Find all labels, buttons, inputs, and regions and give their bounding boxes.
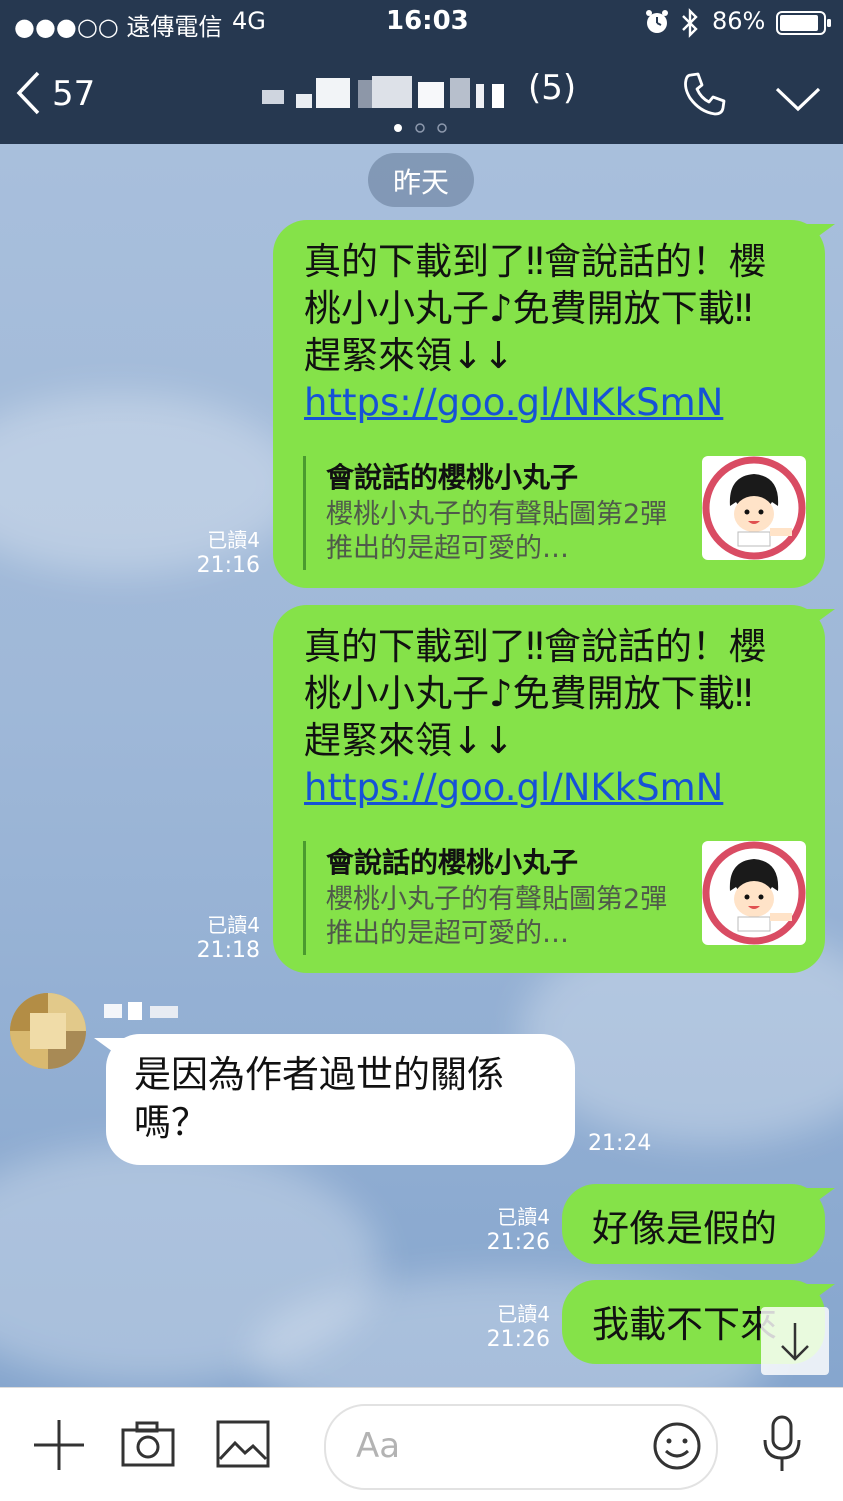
chevron-left-icon (16, 71, 40, 115)
plus-button[interactable] (32, 1418, 86, 1476)
message-text: 好像是假的 (592, 1207, 777, 1250)
camera-button[interactable] (120, 1420, 176, 1472)
group-name-blurred[interactable] (262, 76, 510, 112)
emoji-button[interactable] (652, 1421, 702, 1475)
phone-icon (684, 72, 726, 116)
read-receipt: 已讀4 (207, 528, 260, 552)
sender-name-blurred (104, 1002, 178, 1020)
message-text-wrap: 真的下載到了‼會說話的！櫻桃小小丸子♪免費開放下載‼趕緊來領↓↓ https:/… (304, 238, 784, 426)
message-time: 21:26 (486, 1230, 550, 1255)
back-count: 57 (52, 74, 96, 114)
bluetooth-icon (680, 8, 700, 42)
preview-thumbnail (702, 456, 806, 560)
scroll-to-bottom-button[interactable] (761, 1307, 829, 1375)
voice-button[interactable] (760, 1414, 804, 1478)
preview-description: 櫻桃小丸子的有聲貼圖第2彈推出的是超可愛的… (326, 499, 668, 564)
sender-avatar[interactable] (10, 993, 86, 1069)
back-button[interactable]: 57 (14, 68, 104, 120)
battery-percent: 86% (712, 7, 766, 35)
status-bar: ●●●○○ 遠傳電信 4G 16:03 86% (0, 0, 843, 46)
input-bar: Aa (0, 1387, 843, 1501)
message-text: 真的下載到了‼會說話的！櫻桃小小丸子♪免費開放下載‼趕緊來領↓↓ (304, 240, 766, 377)
preview-thumbnail (702, 841, 806, 945)
gallery-button[interactable] (215, 1419, 271, 1473)
message-meta: 已讀4 21:16 (180, 527, 260, 579)
message-meta: 已讀4 21:26 (470, 1204, 550, 1256)
message-time: 21:24 (588, 1131, 652, 1156)
sent-bubble[interactable]: 好像是假的 (562, 1184, 835, 1264)
preview-description: 櫻桃小丸子的有聲貼圖第2彈推出的是超可愛的… (326, 884, 668, 949)
arrow-down-icon (781, 1323, 809, 1361)
camera-icon (121, 1421, 175, 1467)
sent-bubble[interactable]: 真的下載到了‼會說話的！櫻桃小小丸子♪免費開放下載‼趕緊來領↓↓ https:/… (273, 220, 835, 588)
date-separator: 昨天 (368, 153, 474, 207)
read-receipt: 已讀4 (497, 1302, 550, 1326)
message-meta: 已讀4 21:18 (180, 912, 260, 964)
message-input-placeholder: Aa (356, 1426, 401, 1466)
maruko-character-icon (702, 456, 806, 560)
image-icon (216, 1420, 270, 1468)
read-receipt: 已讀4 (207, 913, 260, 937)
message-text: 真的下載到了‼會說話的！櫻桃小小丸子♪免費開放下載‼趕緊來領↓↓ (304, 625, 766, 762)
plus-icon (34, 1420, 84, 1470)
message-link[interactable]: https://goo.gl/NKkSmN (304, 379, 784, 426)
preview-title: 會說話的櫻桃小丸子 (326, 461, 579, 494)
preview-title: 會說話的櫻桃小丸子 (326, 846, 579, 879)
message-link[interactable]: https://goo.gl/NKkSmN (304, 764, 784, 811)
member-count: (5) (528, 68, 577, 108)
chat-area[interactable]: 昨天 已讀4 21:16 真的下載到了‼會說話的！櫻桃小小丸子♪免費開放下載‼趕… (0, 144, 843, 1387)
message-text-wrap: 真的下載到了‼會說話的！櫻桃小小丸子♪免費開放下載‼趕緊來領↓↓ https:/… (304, 623, 784, 811)
message-text: 是因為作者過世的關係嗎？ (134, 1053, 504, 1144)
date-label: 昨天 (392, 166, 449, 199)
chat-header: 57 (5) (0, 46, 843, 144)
message-time: 21:26 (486, 1327, 550, 1352)
maruko-character-icon (702, 841, 806, 945)
read-receipt: 已讀4 (497, 1205, 550, 1229)
network-label: 4G (232, 7, 266, 35)
clock: 16:03 (386, 6, 469, 36)
message-meta: 已讀4 21:26 (470, 1301, 550, 1353)
battery-icon (776, 10, 832, 40)
smiley-icon (653, 1422, 701, 1470)
menu-toggle-button[interactable] (774, 84, 822, 118)
alarm-icon (644, 8, 670, 40)
message-time: 21:18 (196, 938, 260, 963)
message-text: 我載不下來 (592, 1303, 777, 1346)
page-dots (393, 119, 453, 138)
received-bubble[interactable]: 是因為作者過世的關係嗎？ (94, 1034, 575, 1165)
message-time: 21:16 (196, 553, 260, 578)
microphone-icon (763, 1415, 801, 1471)
call-button[interactable] (680, 70, 728, 122)
sent-bubble[interactable]: 真的下載到了‼會說話的！櫻桃小小丸子♪免費開放下載‼趕緊來領↓↓ https:/… (273, 605, 835, 973)
message-input[interactable]: Aa (324, 1404, 718, 1490)
carrier-label: ●●●○○ 遠傳電信 (14, 13, 223, 41)
link-preview-card[interactable]: 會說話的櫻桃小丸子 櫻桃小丸子的有聲貼圖第2彈推出的是超可愛的… (303, 456, 806, 570)
chevron-down-icon (775, 87, 821, 112)
link-preview-card[interactable]: 會說話的櫻桃小丸子 櫻桃小丸子的有聲貼圖第2彈推出的是超可愛的… (303, 841, 806, 955)
